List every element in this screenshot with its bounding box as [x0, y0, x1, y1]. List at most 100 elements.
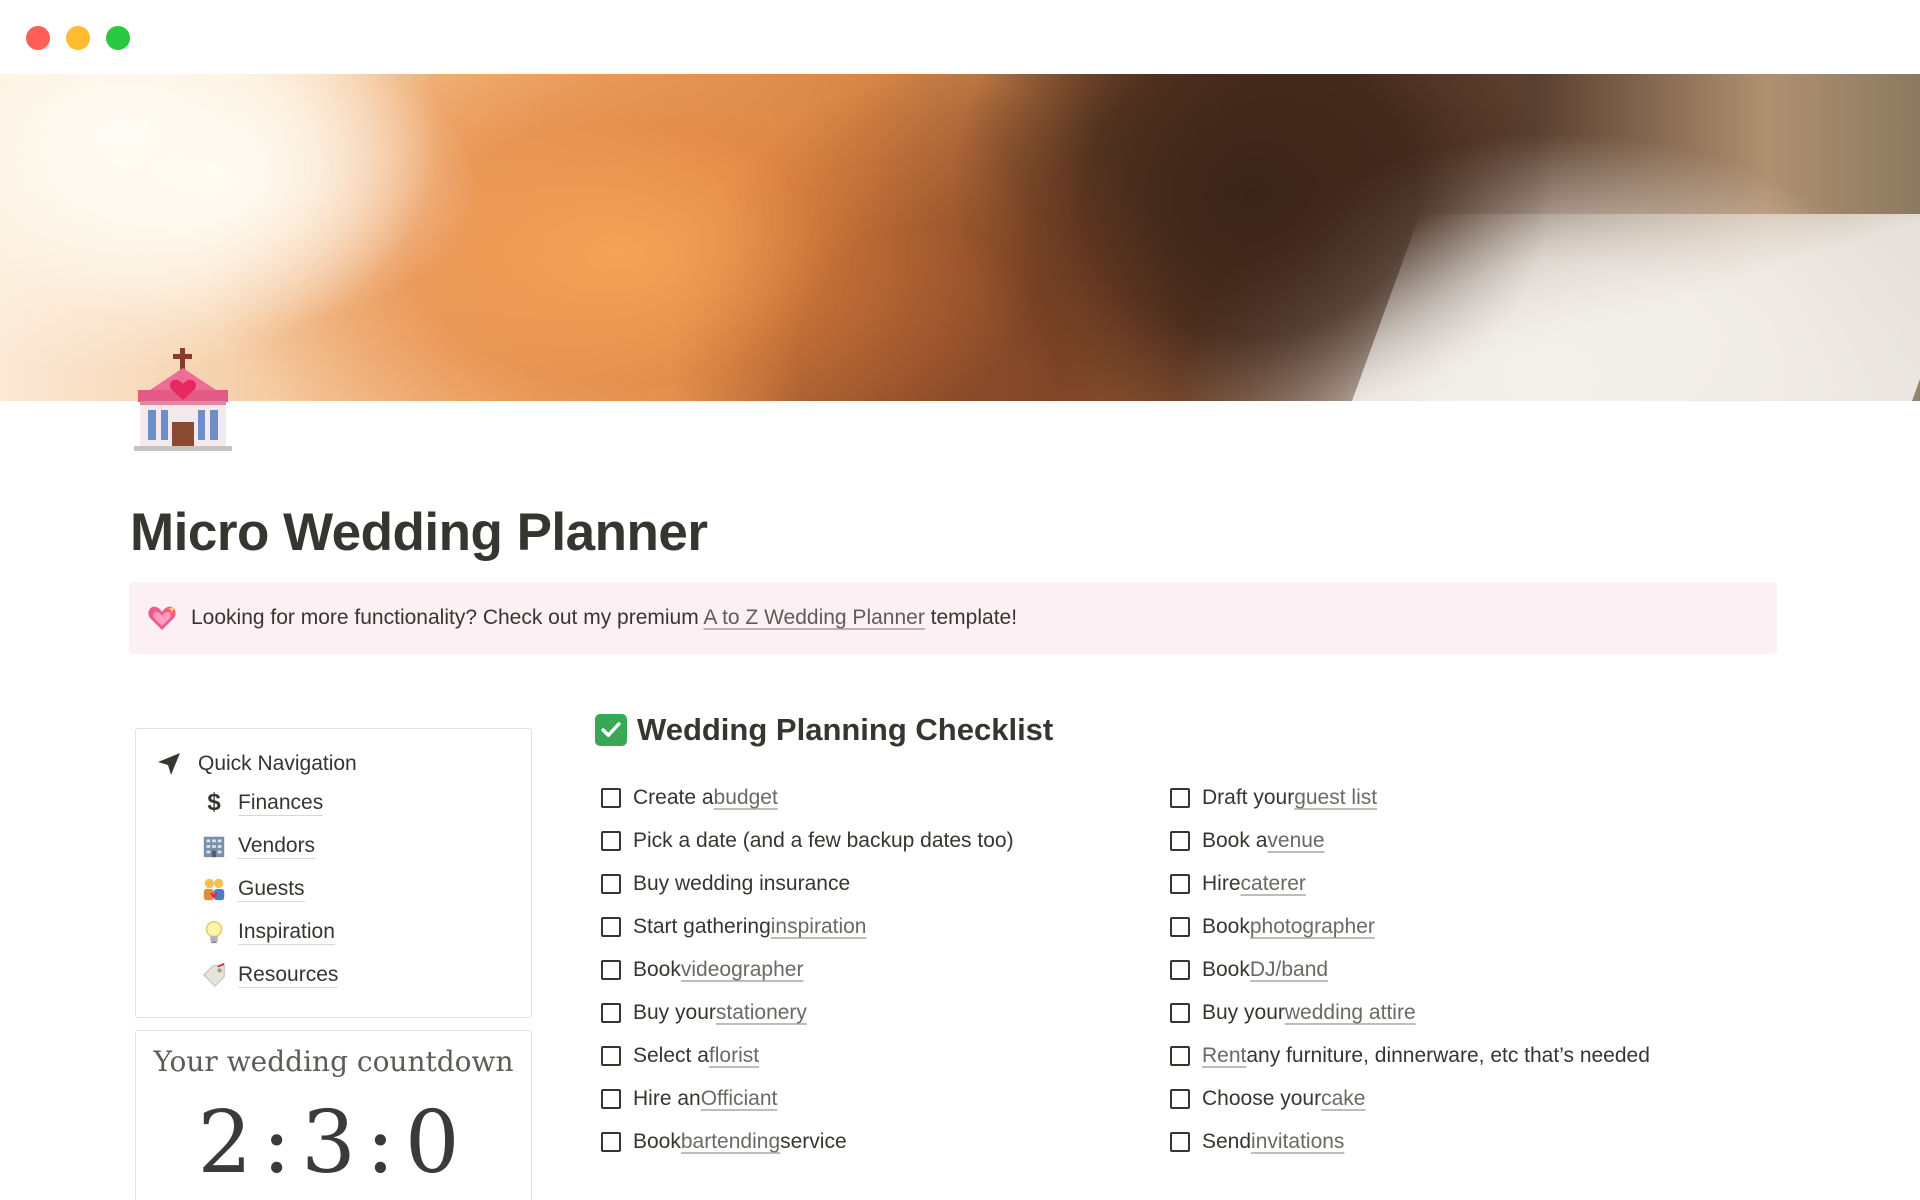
wedding-countdown-widget: Your wedding countdown 2:3:0 — [135, 1030, 532, 1200]
todo-item: Book photographer — [1170, 915, 1375, 939]
check-mark-button-icon — [595, 714, 627, 746]
todo-item: Book a venue — [1170, 829, 1325, 853]
todo-item: Buy your stationery — [601, 1001, 807, 1025]
todo-item: Choose your cake — [1170, 1087, 1365, 1111]
nav-item-label[interactable]: Resources — [238, 962, 339, 989]
todo-link[interactable]: inspiration — [771, 915, 867, 939]
todo-checkbox[interactable] — [1170, 960, 1190, 980]
nav-item-inspiration[interactable]: Inspiration — [200, 918, 335, 946]
close-window-button[interactable] — [26, 26, 50, 50]
todo-text: Draft your — [1202, 786, 1295, 809]
todo-link[interactable]: bartending — [681, 1130, 780, 1154]
nav-item-label[interactable]: Vendors — [238, 833, 316, 860]
label-tag-icon — [200, 961, 228, 989]
countdown-value: 2:3:0 — [197, 1093, 470, 1193]
todo-text-after: any furniture, dinnerware, etc that’s ne… — [1246, 1044, 1650, 1067]
todo-item: Draft your guest list — [1170, 786, 1377, 810]
todo-link[interactable]: venue — [1267, 829, 1324, 853]
todo-text: Hire an — [633, 1087, 701, 1110]
todo-link[interactable]: Rent — [1202, 1044, 1246, 1068]
callout-link[interactable]: A to Z Wedding Planner — [703, 606, 924, 629]
todo-text: Book a — [1202, 829, 1268, 852]
todo-link[interactable]: cake — [1321, 1087, 1365, 1111]
todo-link[interactable]: invitations — [1251, 1130, 1344, 1154]
todo-text: Book — [633, 958, 681, 981]
todo-checkbox[interactable] — [601, 874, 621, 894]
todo-link[interactable]: photographer — [1250, 915, 1375, 939]
todo-checkbox[interactable] — [601, 1089, 621, 1109]
todo-checkbox[interactable] — [601, 1003, 621, 1023]
todo-checkbox[interactable] — [601, 1046, 621, 1066]
couple-icon — [200, 875, 228, 903]
todo-checkbox[interactable] — [601, 788, 621, 808]
wedding-chapel-icon[interactable] — [130, 346, 236, 452]
todo-text: Start gathering — [633, 915, 771, 938]
todo-checkbox[interactable] — [601, 1132, 621, 1152]
nav-item-guests[interactable]: Guests — [200, 875, 305, 903]
todo-text: Pick a date (and a few backup dates too) — [633, 829, 1014, 852]
todo-item: Pick a date (and a few backup dates too) — [601, 829, 1014, 853]
todo-link[interactable]: caterer — [1241, 872, 1306, 896]
todo-text: Create a — [633, 786, 714, 809]
callout-text: Looking for more functionality? Check ou… — [191, 606, 1017, 630]
todo-item: Buy your wedding attire — [1170, 1001, 1416, 1025]
todo-text: Buy your — [1202, 1001, 1285, 1024]
dollar-icon: $ — [207, 789, 221, 816]
todo-link[interactable]: guest list — [1294, 786, 1377, 810]
countdown-title: Your wedding countdown — [153, 1045, 514, 1078]
todo-item: Hire caterer — [1170, 872, 1306, 896]
todo-text: Book — [1202, 958, 1250, 981]
todo-item: Rent any furniture, dinnerware, etc that… — [1170, 1044, 1650, 1068]
todo-item: Book bartending service — [601, 1130, 847, 1154]
todo-checkbox[interactable] — [1170, 788, 1190, 808]
nav-item-resources[interactable]: Resources — [200, 961, 339, 989]
todo-checkbox[interactable] — [1170, 1132, 1190, 1152]
window-titlebar — [0, 0, 1920, 74]
checklist-title: Wedding Planning Checklist — [637, 712, 1054, 747]
minimize-window-button[interactable] — [66, 26, 90, 50]
lightbulb-icon — [200, 918, 228, 946]
quick-navigation-title: Quick Navigation — [198, 752, 357, 775]
todo-link[interactable]: Officiant — [701, 1087, 778, 1111]
callout-text-before: Looking for more functionality? Check ou… — [191, 606, 704, 629]
nav-item-finances[interactable]: $ Finances — [200, 789, 324, 817]
maximize-window-button[interactable] — [106, 26, 130, 50]
cover-light-glow — [0, 74, 480, 334]
todo-checkbox[interactable] — [1170, 874, 1190, 894]
todo-link[interactable]: wedding attire — [1285, 1001, 1416, 1025]
todo-item: Send invitations — [1170, 1130, 1344, 1154]
todo-text: Buy your — [633, 1001, 716, 1024]
todo-text: Hire — [1202, 872, 1241, 895]
cover-veil-shape — [1339, 214, 1920, 401]
todo-checkbox[interactable] — [1170, 917, 1190, 937]
todo-link[interactable]: stationery — [716, 1001, 807, 1025]
todo-link[interactable]: florist — [709, 1044, 759, 1068]
nav-item-label[interactable]: Finances — [238, 790, 324, 817]
nav-item-vendors[interactable]: Vendors — [200, 832, 316, 860]
todo-text: Send — [1202, 1130, 1252, 1153]
page-title[interactable]: Micro Wedding Planner — [130, 502, 708, 563]
todo-checkbox[interactable] — [601, 917, 621, 937]
todo-link[interactable]: budget — [714, 786, 778, 810]
todo-text: Book — [633, 1130, 681, 1153]
todo-checkbox[interactable] — [601, 960, 621, 980]
office-building-icon — [200, 832, 228, 860]
nav-item-label[interactable]: Inspiration — [238, 919, 335, 946]
nav-item-label[interactable]: Guests — [238, 876, 305, 903]
todo-checkbox[interactable] — [601, 831, 621, 851]
promo-callout: Looking for more functionality? Check ou… — [129, 582, 1777, 654]
todo-checkbox[interactable] — [1170, 1003, 1190, 1023]
cover-image[interactable] — [0, 74, 1920, 401]
checklist-heading[interactable]: Wedding Planning Checklist — [595, 712, 1053, 748]
todo-link[interactable]: DJ/band — [1250, 958, 1328, 982]
todo-text: Buy wedding insurance — [633, 872, 851, 895]
todo-checkbox[interactable] — [1170, 1046, 1190, 1066]
todo-item: Hire an Officiant — [601, 1087, 777, 1111]
todo-checkbox[interactable] — [1170, 831, 1190, 851]
todo-link[interactable]: videographer — [681, 958, 804, 982]
todo-checkbox[interactable] — [1170, 1089, 1190, 1109]
todo-item: Create a budget — [601, 786, 778, 810]
sparkling-heart-icon — [147, 603, 177, 633]
quick-navigation-panel: Quick Navigation $ Finances Vendors Gues… — [135, 728, 532, 1018]
todo-item: Book DJ/band — [1170, 958, 1328, 982]
